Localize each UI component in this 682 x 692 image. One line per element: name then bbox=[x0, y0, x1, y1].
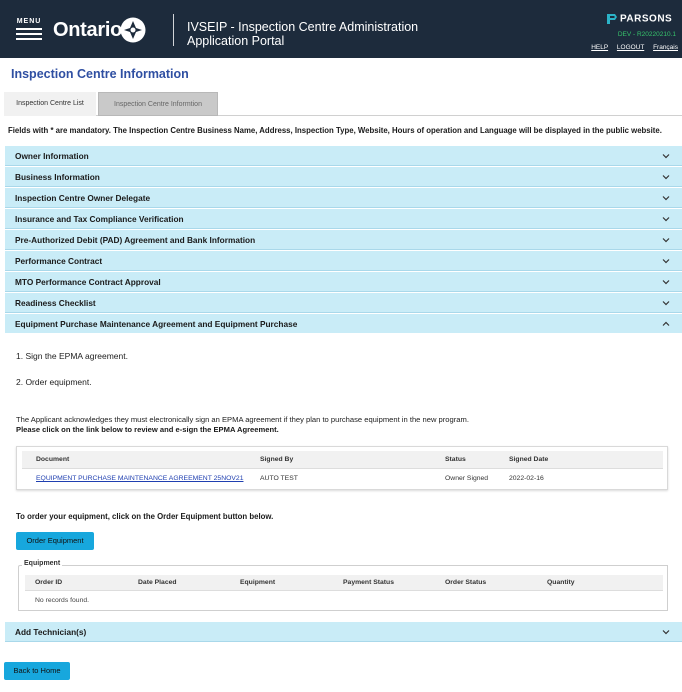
chevron-down-icon bbox=[662, 630, 670, 635]
menu-bar-icon bbox=[16, 38, 42, 40]
accordion-insurance-tax[interactable]: Insurance and Tax Compliance Verificatio… bbox=[5, 209, 682, 229]
accordion-pad-agreement[interactable]: Pre-Authorized Debit (PAD) Agreement and… bbox=[5, 230, 682, 250]
language-link[interactable]: Français bbox=[653, 44, 678, 51]
signed-by-cell: AUTO TEST bbox=[260, 475, 298, 482]
accordion-label: Owner Information bbox=[15, 151, 89, 161]
top-header: MENU Ontario IVSEIP - Inspection Centre … bbox=[0, 0, 682, 58]
chevron-down-icon bbox=[662, 196, 670, 201]
parsons-logo: PARSONS bbox=[606, 13, 672, 25]
column-header-signed-by: Signed By bbox=[260, 456, 294, 463]
accordion-epma[interactable]: Equipment Purchase Maintenance Agreement… bbox=[5, 314, 682, 334]
column-header-document: Document bbox=[36, 456, 70, 463]
accordion-label: Equipment Purchase Maintenance Agreement… bbox=[15, 319, 298, 329]
chevron-down-icon bbox=[662, 280, 670, 285]
portal-title-line1: IVSEIP - Inspection Centre Administratio… bbox=[187, 20, 419, 34]
parsons-mark-icon bbox=[607, 14, 617, 24]
accordion-mto-approval[interactable]: MTO Performance Contract Approval bbox=[5, 272, 682, 292]
accordion-owner-information[interactable]: Owner Information bbox=[5, 146, 682, 166]
chevron-down-icon bbox=[662, 217, 670, 222]
accordion-label: Business Information bbox=[15, 172, 100, 182]
back-to-home-button[interactable]: Back to Home bbox=[4, 662, 70, 680]
column-header-status: Status bbox=[445, 456, 466, 463]
equipment-legend: Equipment bbox=[22, 560, 63, 567]
chevron-up-icon bbox=[662, 321, 670, 326]
column-header-date-placed: Date Placed bbox=[138, 579, 177, 586]
mandatory-fields-note: Fields with * are mandatory. The Inspect… bbox=[8, 126, 662, 135]
chevron-down-icon bbox=[662, 301, 670, 306]
accordion-readiness-checklist[interactable]: Readiness Checklist bbox=[5, 293, 682, 313]
portal-title-line2: Application Portal bbox=[187, 34, 285, 48]
order-instruction: To order your equipment, click on the Or… bbox=[16, 512, 274, 521]
column-header-payment-status: Payment Status bbox=[343, 579, 394, 586]
tab-bar: Inspection Centre List Inspection Centre… bbox=[4, 92, 682, 116]
help-link[interactable]: HELP bbox=[591, 44, 608, 51]
equipment-table-header: Order ID Date Placed Equipment Payment S… bbox=[25, 575, 663, 591]
chevron-down-icon bbox=[662, 259, 670, 264]
menu-label: MENU bbox=[16, 18, 42, 25]
accordion-label: Insurance and Tax Compliance Verificatio… bbox=[15, 214, 184, 224]
column-header-signed-date: Signed Date bbox=[509, 456, 549, 463]
accordion-add-technicians[interactable]: Add Technician(s) bbox=[5, 622, 682, 642]
chevron-down-icon bbox=[662, 154, 670, 159]
no-records-text: No records found. bbox=[35, 597, 90, 604]
accordion-label: Inspection Centre Owner Delegate bbox=[15, 193, 151, 203]
order-equipment-button[interactable]: Order Equipment bbox=[16, 532, 94, 550]
equipment-fieldset: Order ID Date Placed Equipment Payment S… bbox=[18, 565, 668, 611]
accordion-label: Add Technician(s) bbox=[15, 627, 87, 637]
parsons-label: PARSONS bbox=[620, 13, 673, 25]
document-table: Document Signed By Status Signed Date EQ… bbox=[16, 446, 668, 490]
document-table-header: Document Signed By Status Signed Date bbox=[22, 451, 663, 469]
chevron-down-icon bbox=[662, 175, 670, 180]
trillium-logo-icon bbox=[120, 17, 146, 43]
epma-document-link[interactable]: EQUIPMENT PURCHASE MAINTENANCE AGREEMENT… bbox=[36, 475, 243, 482]
epma-acknowledgement-text: The Applicant acknowledges they must ele… bbox=[16, 415, 469, 424]
step-order-equipment: 2. Order equipment. bbox=[16, 377, 92, 387]
ontario-logo-text[interactable]: Ontario bbox=[53, 19, 122, 42]
accordion-label: MTO Performance Contract Approval bbox=[15, 277, 161, 287]
header-links: HELP LOGOUT Français bbox=[584, 44, 678, 51]
menu-bar-icon bbox=[16, 28, 42, 30]
menu-button[interactable]: MENU bbox=[16, 18, 42, 44]
status-cell: Owner Signed bbox=[445, 475, 489, 482]
environment-label: DEV - R20220210.1 bbox=[617, 31, 676, 38]
column-header-equipment: Equipment bbox=[240, 579, 276, 586]
accordion-label: Readiness Checklist bbox=[15, 298, 96, 308]
accordion-owner-delegate[interactable]: Inspection Centre Owner Delegate bbox=[5, 188, 682, 208]
epma-review-instruction: Please click on the link below to review… bbox=[16, 425, 279, 434]
signed-date-cell: 2022-02-16 bbox=[509, 475, 544, 482]
accordion-label: Pre-Authorized Debit (PAD) Agreement and… bbox=[15, 235, 256, 245]
menu-bar-icon bbox=[16, 33, 42, 35]
chevron-down-icon bbox=[662, 238, 670, 243]
column-header-order-id: Order ID bbox=[35, 579, 63, 586]
accordion-performance-contract[interactable]: Performance Contract bbox=[5, 251, 682, 271]
logout-link[interactable]: LOGOUT bbox=[617, 44, 644, 51]
page-title: Inspection Centre Information bbox=[11, 67, 189, 81]
header-divider bbox=[173, 14, 174, 46]
column-header-quantity: Quantity bbox=[547, 579, 575, 586]
tab-inspection-centre-list[interactable]: Inspection Centre List bbox=[4, 92, 96, 116]
accordion-label: Performance Contract bbox=[15, 256, 103, 266]
accordion-business-information[interactable]: Business Information bbox=[5, 167, 682, 187]
tab-inspection-centre-information[interactable]: Inspection Centre Informtion bbox=[98, 92, 218, 116]
portal-title: IVSEIP - Inspection Centre Administratio… bbox=[187, 20, 427, 48]
step-sign-epma: 1. Sign the EPMA agreement. bbox=[16, 351, 128, 361]
column-header-order-status: Order Status bbox=[445, 579, 487, 586]
